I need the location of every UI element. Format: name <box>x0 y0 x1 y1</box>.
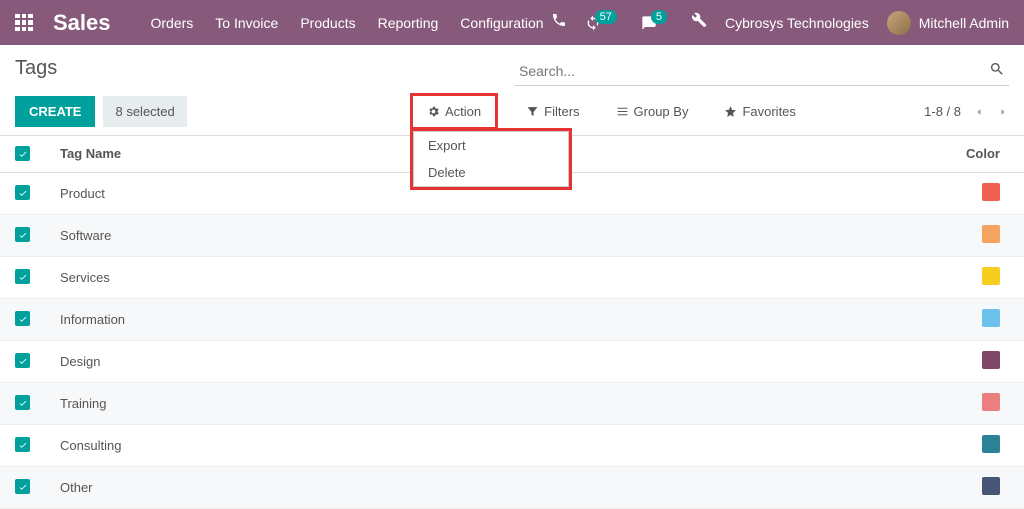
search-icon[interactable] <box>989 61 1005 77</box>
favorites-label: Favorites <box>742 104 795 119</box>
pager: 1-8 / 8 <box>924 104 1009 119</box>
action-highlight: Action <box>410 93 498 130</box>
page-title: Tags <box>15 57 495 80</box>
search-wrap <box>515 57 1009 86</box>
table-row[interactable]: Software <box>0 214 1024 256</box>
chevron-right-icon[interactable] <box>997 106 1009 118</box>
toolbar-center: Action Filters Group By Favorites <box>410 93 804 130</box>
search-input[interactable] <box>515 57 1009 86</box>
color-swatch[interactable] <box>982 435 1000 453</box>
filters-label: Filters <box>544 104 579 119</box>
color-swatch[interactable] <box>982 183 1000 201</box>
tag-name-cell: Consulting <box>45 424 951 466</box>
action-button[interactable]: Action <box>419 98 489 125</box>
row-checkbox[interactable] <box>15 479 30 494</box>
header-color[interactable]: Color <box>951 136 1024 172</box>
row-checkbox[interactable] <box>15 185 30 200</box>
favorites-button[interactable]: Favorites <box>716 98 803 125</box>
table-row[interactable]: Consulting <box>0 424 1024 466</box>
row-checkbox[interactable] <box>15 395 30 410</box>
filters-button[interactable]: Filters <box>518 98 587 125</box>
brand[interactable]: Sales <box>53 10 111 36</box>
nav-reporting[interactable]: Reporting <box>378 15 439 31</box>
dropdown-delete[interactable]: Delete <box>414 159 568 186</box>
refresh-badge: 57 <box>595 10 617 24</box>
table-row[interactable]: Training <box>0 382 1024 424</box>
color-swatch[interactable] <box>982 477 1000 495</box>
table-row[interactable]: Information <box>0 298 1024 340</box>
row-checkbox[interactable] <box>15 311 30 326</box>
topbar: Sales Orders To Invoice Products Reporti… <box>0 0 1024 45</box>
row-checkbox[interactable] <box>15 437 30 452</box>
filter-icon <box>526 105 539 118</box>
chevron-left-icon[interactable] <box>973 106 985 118</box>
selected-count[interactable]: 8 selected <box>103 96 186 127</box>
apps-icon[interactable] <box>15 14 33 32</box>
create-button[interactable]: CREATE <box>15 96 95 127</box>
row-checkbox[interactable] <box>15 269 30 284</box>
tag-name-cell: Training <box>45 382 951 424</box>
phone-icon[interactable] <box>551 12 567 33</box>
refresh-icon[interactable]: 57 <box>585 15 623 31</box>
row-checkbox[interactable] <box>15 227 30 242</box>
user-menu[interactable]: Mitchell Admin <box>887 11 1009 35</box>
company-name[interactable]: Cybrosys Technologies <box>725 15 869 31</box>
nav-products[interactable]: Products <box>300 15 355 31</box>
tag-name-cell: Services <box>45 256 951 298</box>
color-swatch[interactable] <box>982 309 1000 327</box>
tools-icon[interactable] <box>691 12 707 33</box>
nav-orders[interactable]: Orders <box>151 15 194 31</box>
chat-badge: 5 <box>651 10 667 24</box>
gear-icon <box>427 105 440 118</box>
star-icon <box>724 105 737 118</box>
tag-name-cell: Information <box>45 298 951 340</box>
avatar <box>887 11 911 35</box>
nav-configuration[interactable]: Configuration <box>460 15 543 31</box>
color-swatch[interactable] <box>982 351 1000 369</box>
topbar-right: 57 5 Cybrosys Technologies Mitchell Admi… <box>551 11 1009 35</box>
color-swatch[interactable] <box>982 393 1000 411</box>
table-row[interactable]: Design <box>0 340 1024 382</box>
list-icon <box>616 105 629 118</box>
tags-table: Tag Name Color ProductSoftwareServicesIn… <box>0 136 1024 509</box>
action-dropdown: Export Delete <box>410 128 572 190</box>
subheader: Tags <box>0 45 1024 86</box>
action-label: Action <box>445 104 481 119</box>
groupby-button[interactable]: Group By <box>608 98 697 125</box>
nav-to-invoice[interactable]: To Invoice <box>215 15 278 31</box>
tag-name-cell: Design <box>45 340 951 382</box>
nav-links: Orders To Invoice Products Reporting Con… <box>151 15 551 31</box>
tag-name-cell: Software <box>45 214 951 256</box>
table-row[interactable]: Services <box>0 256 1024 298</box>
color-swatch[interactable] <box>982 267 1000 285</box>
chat-icon[interactable]: 5 <box>641 15 673 31</box>
pager-text: 1-8 / 8 <box>924 104 961 119</box>
row-checkbox[interactable] <box>15 353 30 368</box>
checkbox-all[interactable] <box>15 146 30 161</box>
color-swatch[interactable] <box>982 225 1000 243</box>
user-name: Mitchell Admin <box>919 15 1009 31</box>
groupby-label: Group By <box>634 104 689 119</box>
dropdown-export[interactable]: Export <box>414 132 568 159</box>
